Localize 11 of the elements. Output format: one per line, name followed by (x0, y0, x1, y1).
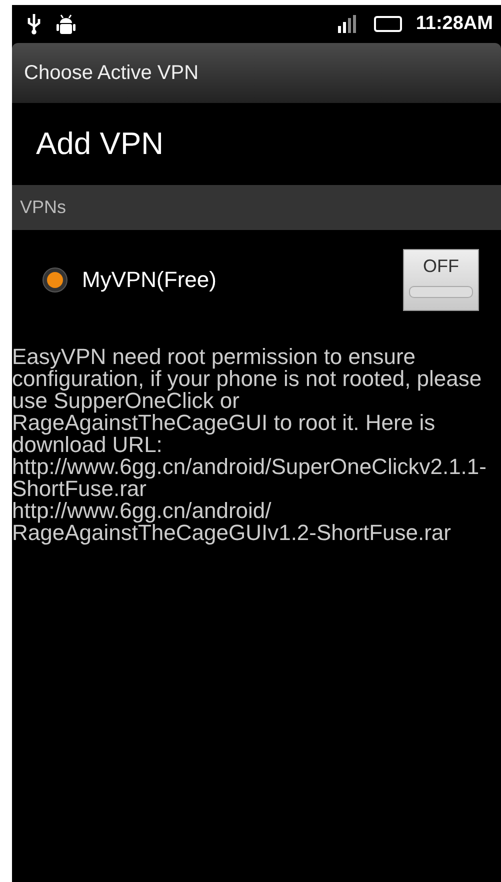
battery-icon (374, 16, 402, 32)
status-time: 11:28AM (416, 13, 493, 35)
radio-button[interactable] (42, 267, 68, 293)
window-title: Choose Active VPN (24, 62, 199, 84)
android-icon (56, 13, 76, 35)
add-vpn-item[interactable]: Add VPN (36, 126, 164, 162)
vpn-name: MyVPN(Free) (82, 267, 218, 293)
usb-icon (26, 13, 42, 35)
section-title: VPNs (20, 197, 66, 218)
notice-text: EasyVPN need root permission to ensure configuration, if your phone is not rooted, please use SupperOneClick or RageAgainstTheCageGUI to root it. Here is download URL: http://www.6gg.cn/android/SuperOneClickv2.1.1- ShortFuse.rar http://www.6gg.cn/android/ RageAgainstTheCageGUIv1.2-ShortFuse.rar (12, 346, 488, 544)
toggle-button[interactable]: OFF (403, 249, 479, 311)
